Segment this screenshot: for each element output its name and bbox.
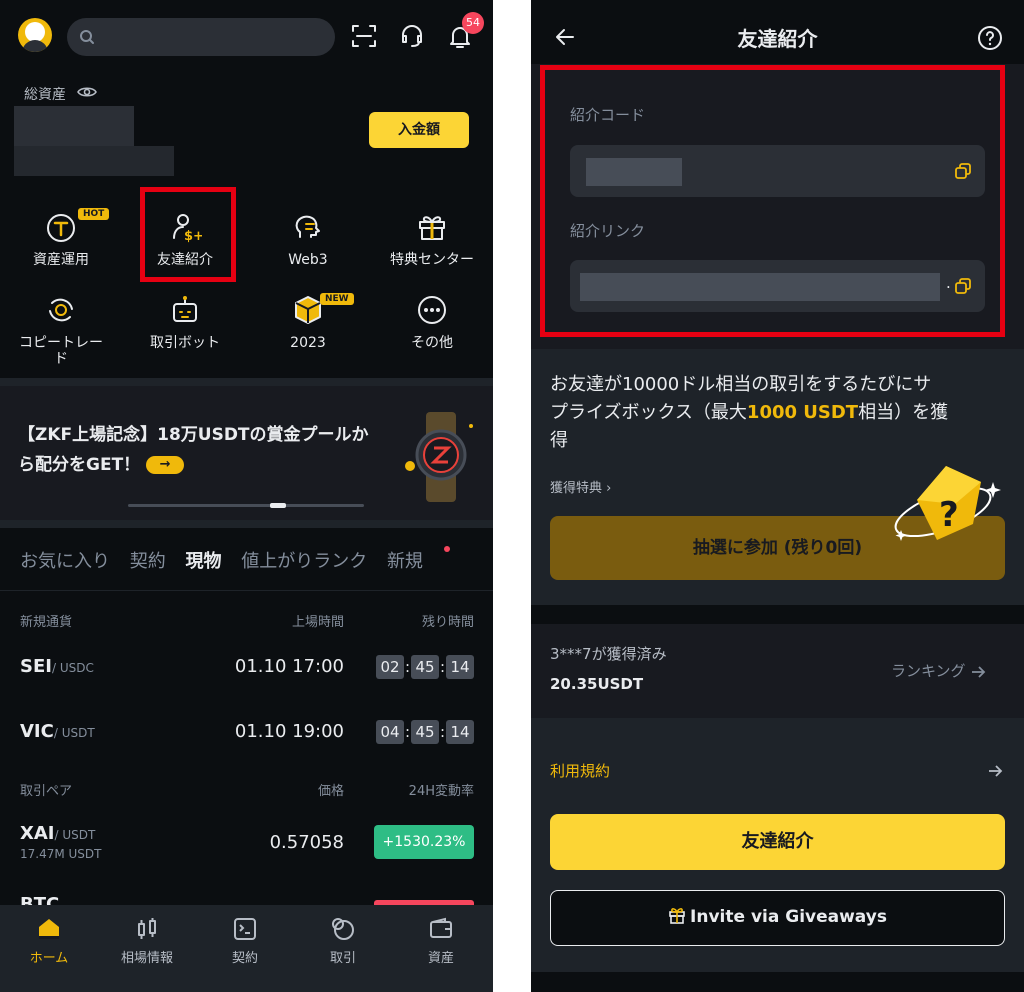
countdown: 02:45:14 [374,655,474,679]
col-header-listing-time: 上場時間 [291,615,344,630]
nav-futures[interactable]: 契約 [196,915,294,966]
tab-favorites[interactable]: お気に入り [20,551,110,572]
zkf-watch-icon [405,412,473,502]
nav-trade[interactable]: 取引 [294,915,392,966]
referral-code-label: 紹介コード [570,106,646,124]
grid-item-copy-trade[interactable]: コピートレー ド [6,293,116,367]
winner-amount: 20.35USDT [550,675,644,693]
bottom-nav: ホーム 相場情報 契約 取引 資産 [0,905,493,992]
grid-item-referral[interactable]: $+ 友達紹介 [130,210,240,268]
grid-item-trading-bot[interactable]: 取引ボット [130,293,240,351]
grid-item-more[interactable]: その他 [377,293,487,351]
total-assets-label: 総資産 [24,87,66,103]
wallet-icon [430,917,452,938]
new-dot-indicator [444,546,450,552]
carousel-indicator [128,504,364,507]
web3-head-icon [295,215,320,238]
referral-link-redacted [580,273,940,301]
tab-gainers[interactable]: 値上がりランク [241,551,367,572]
tabs-underline [0,590,493,591]
avatar[interactable] [18,18,52,52]
invite-giveaways-button[interactable]: Invite via Giveaways [550,890,1005,946]
volume: 17.47M USDT [20,847,102,861]
trade-icon [332,918,354,940]
table-row[interactable]: XAI/ USDT [20,823,95,844]
mystery-box-icon: ? [894,466,1001,541]
reward-description: お友達が10000ドル相当の取引をするたびにサ プライズボックス（最大1000 … [550,374,949,451]
deposit-button[interactable]: 入金額 [369,112,469,148]
refer-friend-button[interactable]: 友達紹介 [550,814,1005,870]
promo-text: 【ZKF上場記念】18万USDTの賞金プールか ら配分をGET！ → [18,425,369,475]
home-icon [39,919,59,939]
earn-coin-icon [47,214,75,242]
bottom-spacer [531,972,1024,992]
carousel-active-dot [270,503,286,508]
support-headset-icon[interactable] [398,22,426,50]
coin-symbol: XAI [20,823,55,844]
nav-markets[interactable]: 相場情報 [98,915,196,966]
section-divider [0,520,493,528]
candlestick-icon [138,918,156,939]
hot-tag: HOT [78,208,110,220]
nav-assets[interactable]: 資産 [392,915,490,966]
copy-trade-icon [49,298,73,322]
arrow-right-icon[interactable] [987,763,1003,779]
referral-code-field[interactable] [570,145,985,197]
futures-icon [234,918,256,940]
robot-icon [173,296,197,322]
gift-icon [419,216,445,240]
partial-row-symbol: BTC [20,894,60,905]
new-tag: NEW [320,293,354,305]
rewards-link[interactable]: 獲得特典 › [550,477,611,496]
page-title: 友達紹介 [737,27,818,51]
referral-screen: 友達紹介 紹介コード 紹介リンク . お友達が10000ドル相当の取引をするたび… [531,0,1024,992]
referral-person-icon: $+ [173,214,202,244]
table-row[interactable]: SEI/ USDC [20,656,94,677]
referral-code-redacted [586,158,682,186]
col-header-remaining: 残り時間 [421,615,474,630]
promo-arrow-button[interactable]: → [146,456,185,474]
col-header-price: 価格 [317,784,344,799]
tab-futures[interactable]: 契約 [130,551,166,572]
ranking-link[interactable]: ランキング [891,660,986,681]
nav-home[interactable]: ホーム [0,915,98,966]
scan-icon[interactable] [350,22,378,50]
section-divider [0,378,493,386]
winner-text: 3***7が獲得済み [550,645,667,663]
help-question-icon[interactable] [977,25,1003,51]
col-header-pair: 取引ペア [20,784,73,799]
search-input[interactable] [67,18,335,56]
terms-link[interactable]: 利用規約 [550,760,610,781]
change-badge: +1530.23% [374,825,474,859]
countdown: 04:45:14 [374,720,474,744]
total-assets-value-redacted [14,106,134,146]
search-icon [80,30,94,44]
tab-spot[interactable]: 現物 [185,551,221,572]
notification-badge: 54 [462,12,484,34]
eye-icon[interactable] [77,84,97,100]
coin-symbol: SEI [20,656,52,677]
gift-icon [669,908,685,924]
grid-item-rewards-center[interactable]: 特典センター [377,210,487,268]
svg-text:$+: $+ [184,229,202,244]
svg-text:?: ? [939,495,959,535]
coin-symbol: VIC [20,721,54,742]
market-tabs: お気に入り 契約 現物 値上がりランク 新規 [20,547,423,573]
listing-time: 01.10 17:00 [234,656,344,677]
assets-subvalue-redacted [14,146,174,176]
more-dots-icon [418,296,446,324]
listing-time: 01.10 19:00 [234,721,344,742]
copy-icon[interactable] [954,277,972,295]
price: 0.57058 [269,832,344,853]
arrow-right-icon [972,665,986,678]
grid-item-web3[interactable]: Web3 [253,210,363,268]
col-header-new-coin: 新規通貨 [20,615,73,630]
home-screen: 54 総資産 入金額 資産運用 HOT $+ 友達紹介 Web3 特典センター … [0,0,493,992]
tab-new[interactable]: 新規 [387,551,423,572]
copy-icon[interactable] [954,162,972,180]
col-header-change: 24H変動率 [408,784,474,799]
referral-link-field[interactable]: . [570,260,985,312]
referral-link-label: 紹介リンク [570,222,646,240]
table-row[interactable]: VIC/ USDT [20,721,95,742]
